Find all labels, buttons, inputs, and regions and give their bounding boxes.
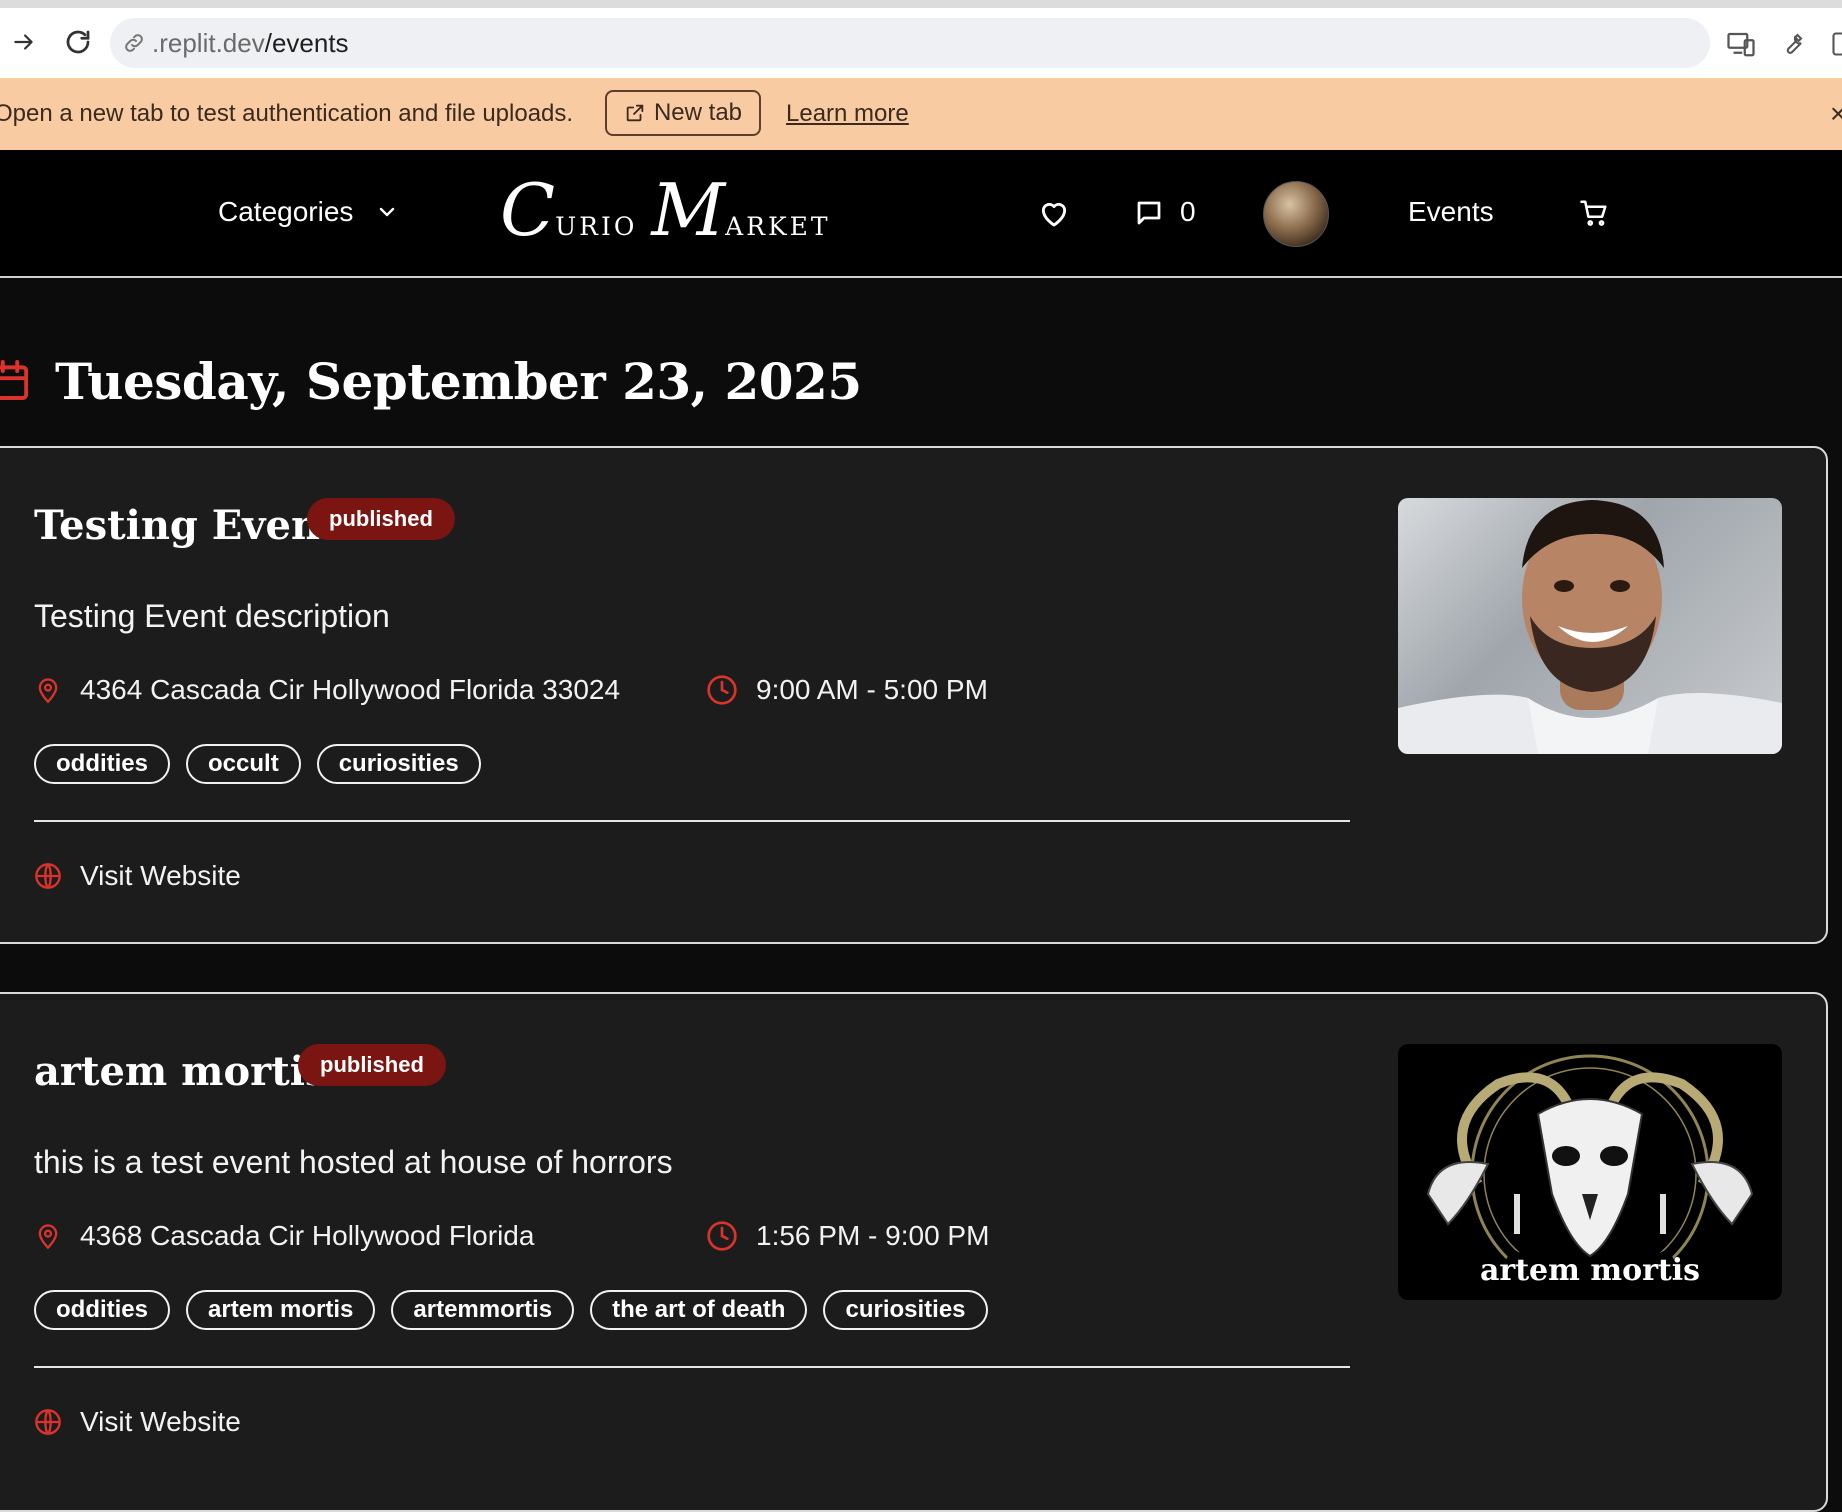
- visit-website-label: Visit Website: [80, 1406, 241, 1438]
- status-badge: published: [307, 498, 455, 540]
- notice-banner: Open a new tab to test authentication an…: [0, 78, 1842, 150]
- tag[interactable]: oddities: [34, 1290, 170, 1330]
- divider: [34, 1366, 1350, 1368]
- globe-icon: [34, 862, 62, 890]
- divider: [34, 820, 1350, 822]
- date-title: Tuesday, September 23, 2025: [55, 352, 862, 411]
- learn-more-link[interactable]: Learn more: [786, 100, 909, 128]
- map-pin-icon: [34, 1221, 62, 1251]
- event-location: 4364 Cascada Cir Hollywood Florida 33024: [34, 674, 620, 706]
- clock-icon: [706, 674, 738, 706]
- visit-website-label: Visit Website: [80, 860, 241, 892]
- event-card: Testing Event published Testing Event de…: [0, 446, 1828, 944]
- event-image[interactable]: artem mortis: [1398, 1044, 1782, 1300]
- event-time-range: 1:56 PM - 9:00 PM: [756, 1220, 989, 1252]
- tag-list: oddities occult curiosities: [34, 744, 481, 784]
- external-link-icon: [624, 102, 646, 124]
- event-address: 4368 Cascada Cir Hollywood Florida: [80, 1220, 534, 1252]
- event-location: 4368 Cascada Cir Hollywood Florida: [34, 1220, 534, 1252]
- new-tab-button[interactable]: New tab: [605, 90, 761, 136]
- calendar-icon: [0, 358, 28, 407]
- new-tab-label: New tab: [654, 99, 742, 127]
- chevron-down-icon: [375, 200, 399, 224]
- devices-icon[interactable]: [1726, 30, 1756, 63]
- categories-label: Categories: [218, 196, 353, 228]
- logo-word-urio: urio: [555, 203, 637, 244]
- status-badge: published: [298, 1044, 446, 1086]
- close-icon[interactable]: ×: [1830, 98, 1842, 130]
- event-time: 9:00 AM - 5:00 PM: [706, 674, 988, 706]
- logo-letter-c: C: [500, 168, 555, 252]
- browser-toolbar: .replit.dev/events: [0, 0, 1842, 78]
- forward-icon[interactable]: [6, 24, 42, 60]
- tag-list: oddities artem mortis artemmortis the ar…: [34, 1290, 988, 1330]
- notice-message: Open a new tab to test authentication an…: [0, 100, 573, 128]
- heart-icon[interactable]: [1038, 198, 1070, 233]
- tag[interactable]: artem mortis: [186, 1290, 375, 1330]
- tag[interactable]: curiosities: [317, 744, 481, 784]
- logo-letter-m: M: [651, 168, 725, 252]
- image-caption: artem mortis: [1480, 1253, 1700, 1288]
- event-card: artem mortis published this is a test ev…: [0, 992, 1828, 1512]
- message-count[interactable]: 0: [1180, 196, 1196, 228]
- tag[interactable]: oddities: [34, 744, 170, 784]
- avatar[interactable]: [1263, 181, 1329, 247]
- address-bar[interactable]: .replit.dev/events: [110, 18, 1710, 68]
- event-image[interactable]: [1398, 498, 1782, 754]
- date-heading: Tuesday, September 23, 2025: [0, 352, 862, 411]
- tag[interactable]: the art of death: [590, 1290, 807, 1330]
- visit-website-link[interactable]: Visit Website: [34, 1406, 241, 1438]
- globe-icon: [34, 1408, 62, 1436]
- chat-bubble-icon[interactable]: [1134, 198, 1164, 233]
- event-time: 1:56 PM - 9:00 PM: [706, 1220, 989, 1252]
- events-link[interactable]: Events: [1408, 196, 1494, 228]
- site-header: Categories Curio Market 0 Events: [0, 150, 1842, 278]
- tag[interactable]: occult: [186, 744, 301, 784]
- map-pin-icon: [34, 675, 62, 705]
- tag[interactable]: curiosities: [823, 1290, 987, 1330]
- categories-dropdown[interactable]: Categories: [218, 196, 399, 228]
- site-logo[interactable]: Curio Market: [500, 168, 831, 252]
- event-title[interactable]: artem mortis: [34, 1048, 327, 1095]
- tag[interactable]: artemmortis: [391, 1290, 574, 1330]
- event-time-range: 9:00 AM - 5:00 PM: [756, 674, 988, 706]
- cart-icon[interactable]: [1578, 198, 1610, 233]
- event-address: 4364 Cascada Cir Hollywood Florida 33024: [80, 674, 620, 706]
- event-description: this is a test event hosted at house of …: [34, 1144, 673, 1181]
- visit-website-link[interactable]: Visit Website: [34, 860, 241, 892]
- clock-icon: [706, 1220, 738, 1252]
- logo-word-arket: arket: [725, 203, 830, 244]
- panel-icon[interactable]: [1830, 30, 1842, 63]
- wrench-icon[interactable]: [1778, 30, 1806, 63]
- event-description: Testing Event description: [34, 598, 390, 635]
- url-host: .replit.dev: [152, 28, 265, 59]
- url-path: /events: [265, 28, 349, 59]
- reload-icon[interactable]: [60, 24, 96, 60]
- event-title[interactable]: Testing Event: [34, 502, 339, 549]
- link-icon: [122, 31, 146, 55]
